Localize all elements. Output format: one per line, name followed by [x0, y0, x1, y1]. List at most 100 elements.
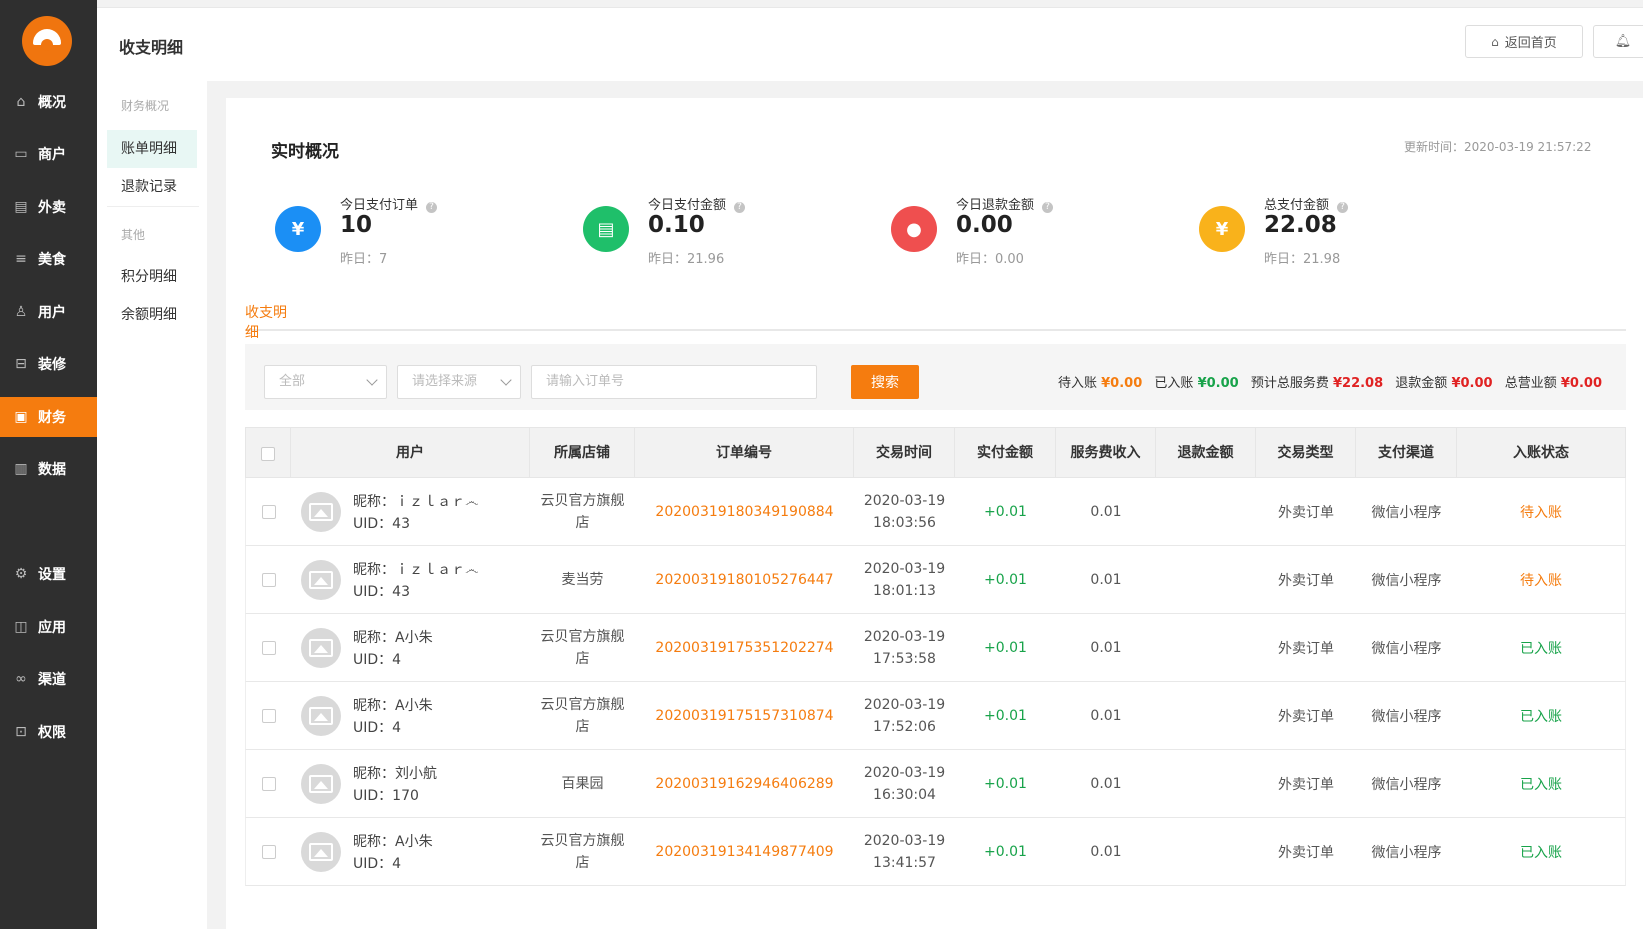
help-icon[interactable]: ?	[1337, 202, 1349, 213]
cell-status: 已入账	[1457, 682, 1625, 750]
order-number-link[interactable]: 20200319180105276447	[655, 572, 833, 588]
table-row[interactable]: 昵称：A小朱 UID：4 云贝官方旗舰店 20200319175351202274 20…	[245, 614, 1626, 682]
fee-value: 0.01	[1090, 640, 1122, 656]
row-checkbox[interactable]	[261, 845, 276, 859]
row-select-cell	[246, 682, 291, 750]
cell-store: 云贝官方旗舰店	[530, 614, 635, 682]
subnav-item-balance-detail[interactable]: 余额明细	[107, 296, 197, 334]
table-row[interactable]: 昵称：ｉｚｌａｒ෴ UID：43 云贝官方旗舰店 202003191803491908…	[245, 478, 1626, 546]
user-uid: UID：43	[353, 584, 410, 600]
image-placeholder-icon	[309, 843, 333, 861]
brand-logo[interactable]	[22, 16, 72, 66]
channel-value: 微信小程序	[1371, 573, 1442, 589]
table-row[interactable]: 昵称：ｉｚｌａｒ෴ UID：43 麦当劳 20200319180105276447 20…	[245, 546, 1626, 614]
sidebar-item-8[interactable]: ⚙ 设置	[0, 554, 97, 594]
order-number-link[interactable]: 20200319162946406289	[655, 776, 833, 792]
trade-clock: 17:53:58	[873, 651, 936, 667]
cell-fee: 0.01	[1056, 818, 1156, 886]
row-checkbox[interactable]	[261, 709, 276, 723]
cell-store: 百果园	[530, 750, 635, 818]
help-icon[interactable]: ?	[426, 202, 438, 213]
image-placeholder-icon	[309, 639, 333, 657]
avatar	[301, 764, 341, 804]
settlement-status: 已入账	[1520, 709, 1562, 725]
subnav-divider	[107, 206, 199, 207]
menu-icon: ≡	[15, 251, 27, 267]
table-row[interactable]: 昵称：刘小航 UID：170 百果园 20200319162946406289 2020…	[245, 750, 1626, 818]
settlement-status: 待入账	[1520, 505, 1562, 521]
cell-paid: +0.01	[955, 546, 1056, 614]
store-name-line1: 云贝官方旗舰	[540, 493, 625, 509]
stat-label: 今日支付订单	[340, 198, 419, 213]
money-bag-icon: ¥	[1199, 206, 1245, 252]
settlement-status: 待入账	[1520, 573, 1562, 589]
channel-value: 微信小程序	[1371, 845, 1442, 861]
row-checkbox[interactable]	[261, 777, 276, 791]
table-row[interactable]: 昵称：A小朱 UID：4 云贝官方旗舰店 20200319175157310874 20…	[245, 682, 1626, 750]
sidebar-item-1[interactable]: ▭ 商户	[0, 134, 97, 174]
source-select[interactable]: 请选择来源	[397, 365, 521, 399]
sidebar-item-7[interactable]: ▥ 数据	[0, 449, 97, 489]
sidebar-item-6[interactable]: ▣ 财务	[0, 397, 97, 437]
user-uid: UID：4	[353, 652, 402, 668]
sidebar-item-label: 装修	[38, 357, 66, 373]
row-checkbox[interactable]	[261, 505, 276, 519]
row-checkbox[interactable]	[261, 641, 276, 655]
sidebar-item-9[interactable]: ◫ 应用	[0, 607, 97, 647]
notification-button[interactable]: 🔔︎	[1593, 25, 1643, 58]
sidebar-item-10[interactable]: ∞ 渠道	[0, 659, 97, 699]
shop-icon: ▤	[583, 206, 629, 252]
col-fee: 服务费收入	[1056, 428, 1156, 479]
cell-status: 已入账	[1457, 818, 1625, 886]
store-name: 百果园	[533, 773, 633, 795]
search-button[interactable]: 搜索	[851, 365, 919, 399]
paid-amount: +0.01	[984, 776, 1027, 792]
help-icon[interactable]: ?	[734, 202, 746, 213]
stat-value: 10	[340, 212, 373, 238]
sidebar-item-3[interactable]: ≡ 美食	[0, 239, 97, 279]
order-number-link[interactable]: 20200319175157310874	[655, 708, 833, 724]
select-all-checkbox[interactable]	[261, 446, 275, 461]
sidebar-item-5[interactable]: ⊟ 装修	[0, 344, 97, 384]
col-paid: 实付金额	[955, 428, 1056, 479]
order-number-link[interactable]: 20200319134149877409	[655, 844, 833, 860]
fee-value: ¥22.08	[1332, 376, 1384, 391]
sidebar-item-2[interactable]: ▤ 外卖	[0, 187, 97, 227]
sidebar-item-label: 美食	[38, 252, 66, 268]
col-channel: 支付渠道	[1356, 428, 1457, 479]
user-info: 昵称：ｉｚｌａｒ෴ UID：43	[353, 559, 478, 603]
image-placeholder-icon	[309, 503, 333, 521]
cell-refund	[1156, 478, 1256, 546]
subnav-item-bill-detail[interactable]: 账单明细	[107, 130, 197, 168]
cell-type: 外卖订单	[1256, 682, 1356, 750]
row-checkbox[interactable]	[261, 573, 276, 587]
help-icon[interactable]: ?	[1042, 202, 1054, 213]
store-name-line2: 店	[575, 719, 590, 735]
cell-channel: 微信小程序	[1356, 546, 1457, 614]
cell-type: 外卖订单	[1256, 818, 1356, 886]
cell-order: 20200319175157310874	[635, 682, 854, 750]
sidebar-item-4[interactable]: ♙ 用户	[0, 292, 97, 332]
sidebar-item-0[interactable]: ⌂ 概况	[0, 82, 97, 122]
order-number-link[interactable]: 20200319180349190884	[655, 504, 833, 520]
subnav-item-points-detail[interactable]: 积分明细	[107, 258, 197, 296]
cell-paid: +0.01	[955, 750, 1056, 818]
order-number-link[interactable]: 20200319175351202274	[655, 640, 833, 656]
table-row[interactable]: 昵称：A小朱 UID：4 云贝官方旗舰店 20200319134149877409 20…	[245, 818, 1626, 886]
subnav-item-refund-record[interactable]: 退款记录	[107, 168, 197, 206]
cell-fee: 0.01	[1056, 546, 1156, 614]
cell-type: 外卖订单	[1256, 614, 1356, 682]
type-select[interactable]: 全部	[264, 365, 387, 399]
filter-bar: 全部 请选择来源 请输入订单号 搜索 待入账 ¥0.00 已入账 ¥0.00 预…	[245, 344, 1626, 410]
back-home-button[interactable]: ⌂ 返回首页	[1465, 25, 1583, 58]
link-icon: ∞	[15, 671, 27, 687]
cell-order: 20200319175351202274	[635, 614, 854, 682]
trade-clock: 18:03:56	[873, 515, 936, 531]
fee-value: 0.01	[1090, 776, 1122, 792]
money-bag-icon: ¥	[275, 206, 321, 252]
store-name: 云贝官方旗舰店	[533, 694, 633, 738]
order-number-input[interactable]: 请输入订单号	[531, 365, 817, 399]
sidebar-item-11[interactable]: ⊡ 权限	[0, 712, 97, 752]
image-placeholder-icon	[309, 571, 333, 589]
cell-fee: 0.01	[1056, 614, 1156, 682]
